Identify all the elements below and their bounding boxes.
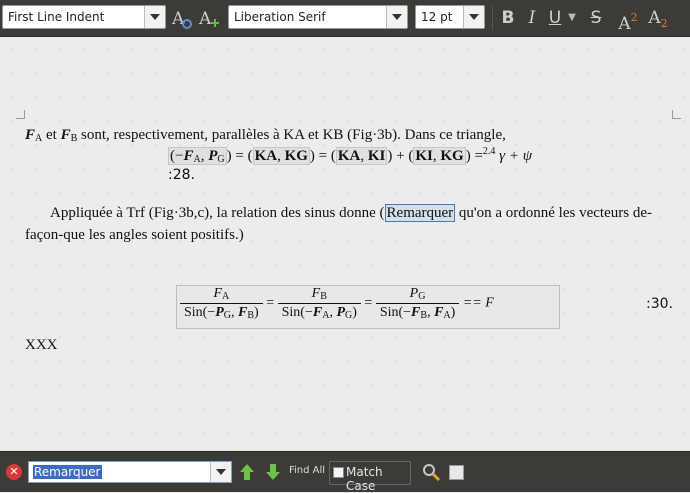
more-options-icon[interactable]: [449, 465, 464, 480]
fraction-pg: PG Sin(−FB, FA): [375, 286, 460, 321]
find-next-button[interactable]: [264, 462, 282, 482]
paragraph-style-value: First Line Indent: [8, 10, 105, 24]
font-size-combo[interactable]: 12 pt: [415, 5, 485, 29]
new-style-icon[interactable]: A: [197, 5, 221, 31]
font-name-combo[interactable]: Liberation Serif: [228, 5, 408, 29]
paragraph-xxx[interactable]: XXX: [25, 337, 58, 354]
paragraph-style-combo[interactable]: First Line Indent: [2, 5, 166, 29]
subscript-letter: A: [648, 8, 661, 28]
document-page[interactable]: FA et FB sont, respectivement, parallèle…: [0, 37, 690, 450]
subscript-button[interactable]: A2: [645, 5, 671, 31]
formatting-toolbar: First Line Indent A A Liberation Serif 1…: [0, 0, 690, 37]
superscript-button[interactable]: A2: [615, 5, 641, 34]
fraction-fa: FA Sin(−PG, FB): [180, 286, 263, 321]
arrow-up-icon: [240, 464, 254, 480]
equation-number-28: :28.: [168, 167, 195, 183]
arrow-down-icon: [266, 464, 280, 480]
chevron-down-icon[interactable]: [463, 6, 484, 28]
paragraph-line-1[interactable]: FA et FB sont, respectivement, parallèle…: [25, 127, 506, 144]
search-input-value: Remarquer: [33, 465, 102, 479]
toolbar-separator: [492, 6, 493, 30]
find-toolbar: ✕ Remarquer Find All Match Case: [0, 451, 690, 493]
search-highlight[interactable]: Remarquer: [384, 204, 456, 222]
text-boundary-marker: [672, 110, 681, 119]
close-icon[interactable]: ✕: [6, 464, 22, 480]
find-replace-button[interactable]: [421, 462, 441, 482]
search-input[interactable]: Remarquer: [28, 461, 232, 483]
underline-options-chevron[interactable]: ▼: [566, 5, 578, 31]
find-previous-button[interactable]: [238, 462, 256, 482]
equation-number-30: :30.: [646, 296, 673, 312]
find-all-button[interactable]: Find All: [289, 465, 325, 476]
match-case-toggle[interactable]: Match Case: [329, 461, 411, 493]
chevron-down-icon[interactable]: [386, 6, 407, 28]
paragraph-line-3[interactable]: façon-que les angles soient positifs.): [25, 227, 244, 244]
superscript-mark: 2: [630, 11, 638, 24]
bold-button[interactable]: B: [498, 5, 518, 31]
find-replace-icon: [423, 464, 441, 482]
font-size-value: 12 pt: [421, 10, 453, 24]
underline-button[interactable]: U: [546, 5, 564, 31]
svg-text:A: A: [198, 9, 212, 29]
chevron-down-icon[interactable]: [210, 462, 231, 482]
match-case-label: Match Case: [346, 465, 383, 493]
text-boundary-marker: [16, 110, 25, 119]
match-case-checkbox[interactable]: [333, 467, 344, 478]
equation-28[interactable]: (−FA, PG) = (KA, KG) = (KA, KI) + (KI, K…: [168, 146, 532, 165]
subscript-mark: 2: [660, 17, 668, 30]
update-style-icon[interactable]: A: [170, 5, 194, 31]
font-name-value: Liberation Serif: [234, 10, 326, 24]
paragraph-line-2[interactable]: Appliquée à Trf (Fig·3b,c), la relation …: [50, 204, 652, 222]
equation-30[interactable]: FA Sin(−PG, FB) = FB Sin(−FA, PG) = PG S…: [176, 285, 560, 329]
fraction-fb: FB Sin(−FA, PG): [277, 286, 361, 321]
italic-button[interactable]: I: [523, 5, 541, 31]
strikethrough-button[interactable]: S: [586, 5, 606, 31]
superscript-letter: A: [618, 14, 631, 34]
chevron-down-icon[interactable]: [144, 6, 165, 28]
